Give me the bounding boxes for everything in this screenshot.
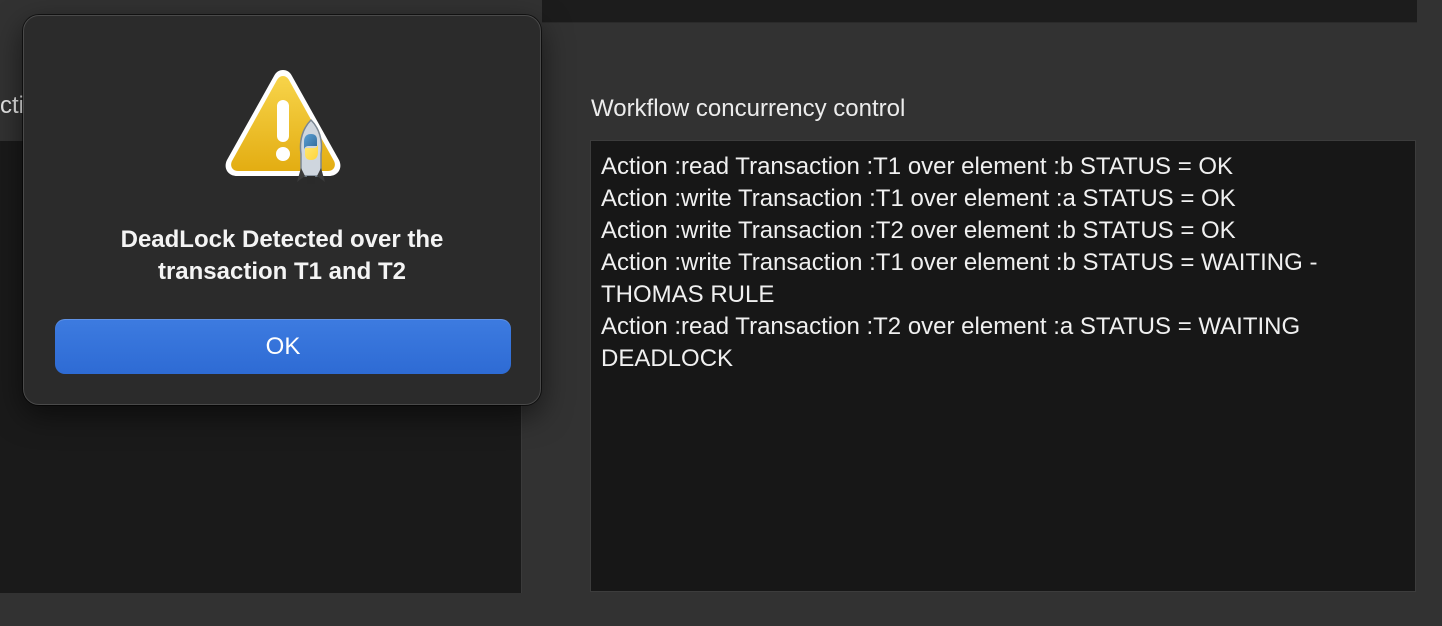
warning-icon [221, 64, 345, 188]
app-window: cti Workflow concurrency control Action … [0, 0, 1442, 626]
log-line: Action :write Transaction :T2 over eleme… [601, 217, 1236, 244]
panel-title: Workflow concurrency control [591, 95, 906, 122]
ok-button[interactable]: OK [55, 319, 511, 374]
log-line: Action :write Transaction :T1 over eleme… [601, 185, 1236, 212]
log-line: Action :write Transaction :T1 over eleme… [601, 249, 1324, 308]
alert-dialog: DeadLock Detected over the transaction T… [23, 15, 541, 405]
log-line: Action :read Transaction :T1 over elemen… [601, 153, 1234, 180]
dialog-message: DeadLock Detected over the transaction T… [120, 226, 444, 285]
log-text-area[interactable]: Action :read Transaction :T1 over elemen… [590, 140, 1416, 592]
top-panel-strip [542, 0, 1417, 23]
left-panel-label: cti [0, 92, 24, 119]
log-line: Action :read Transaction :T2 over elemen… [601, 313, 1307, 372]
